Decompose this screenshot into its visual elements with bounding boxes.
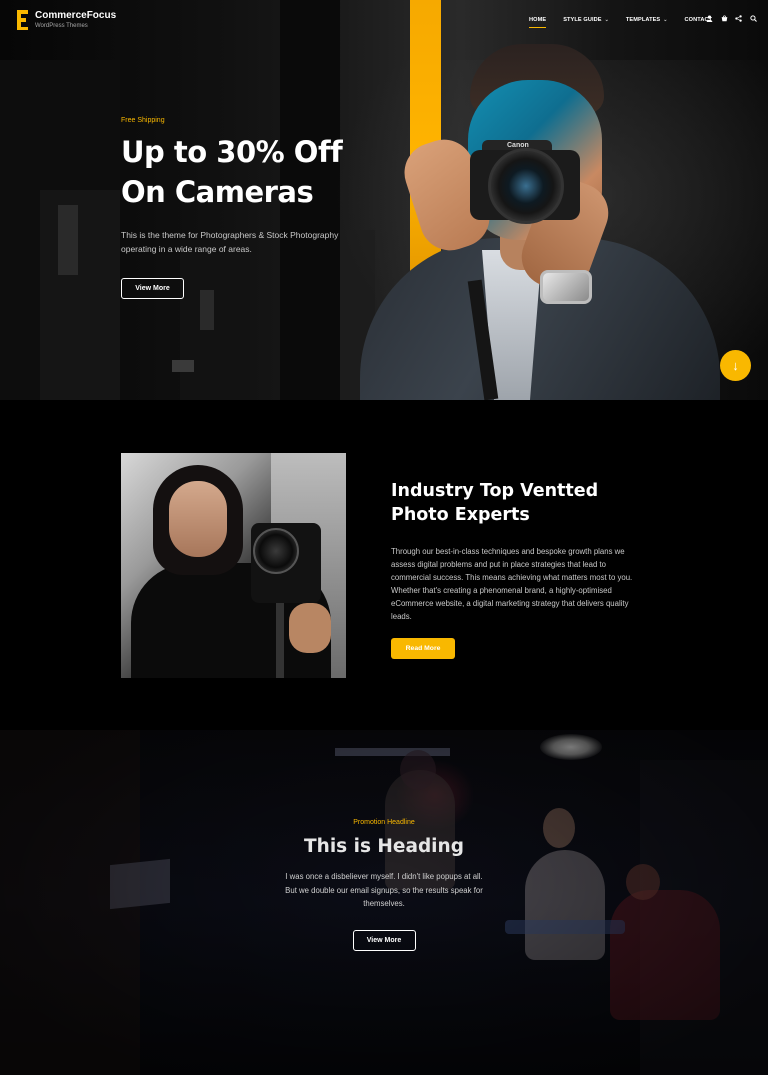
user-icon[interactable] bbox=[704, 15, 715, 26]
read-more-button[interactable]: Read More bbox=[391, 637, 455, 659]
nav-item-style-guide[interactable]: STYLE GUIDE ⌄ bbox=[563, 17, 609, 23]
logo-name: CommerceFocus bbox=[35, 10, 117, 21]
hero-title: Up to 30% Off On Cameras bbox=[121, 132, 361, 212]
promo-section: Promotion Headline This is Heading I was… bbox=[0, 730, 768, 1075]
cart-icon[interactable] bbox=[719, 15, 730, 26]
hero-content: Free Shipping Up to 30% Off On Cameras T… bbox=[121, 117, 361, 299]
promo-view-more-button[interactable]: View More bbox=[352, 929, 416, 951]
logo-tagline: WordPress Themes bbox=[35, 23, 88, 29]
hero-view-more-button[interactable]: View More bbox=[121, 278, 184, 299]
photographer-portrait-image bbox=[121, 453, 346, 678]
camera-brand-label: Canon bbox=[507, 142, 529, 149]
arrow-down-icon: ↓ bbox=[732, 358, 739, 373]
about-body: Through our best-in-class techniques and… bbox=[391, 547, 633, 622]
main-nav: HOME STYLE GUIDE ⌄ TEMPLATES ⌄ CONTACT bbox=[529, 17, 729, 28]
promo-eyebrow: Promotion Headline bbox=[353, 819, 415, 826]
promo-content: Promotion Headline This is Heading I was… bbox=[0, 819, 768, 951]
about-section: Industry Top Ventted Photo Experts Throu… bbox=[0, 400, 768, 730]
about-title: Industry Top Ventted Photo Experts bbox=[391, 479, 641, 527]
about-title-line2: Photo Experts bbox=[391, 505, 530, 525]
site-header: CommerceFocus WordPress Themes HOME STYL… bbox=[0, 0, 768, 42]
search-icon[interactable] bbox=[748, 15, 759, 26]
logo-e-icon bbox=[17, 10, 29, 30]
chevron-down-icon: ⌄ bbox=[663, 17, 668, 23]
promo-body: I was once a disbeliever myself. I didn'… bbox=[285, 872, 483, 908]
nav-item-templates[interactable]: TEMPLATES ⌄ bbox=[626, 17, 668, 23]
hero-eyebrow: Free Shipping bbox=[121, 117, 165, 124]
about-title-line1: Industry Top Ventted bbox=[391, 481, 599, 501]
header-icons bbox=[704, 15, 762, 26]
share-icon[interactable] bbox=[733, 15, 744, 26]
nav-item-home[interactable]: HOME bbox=[529, 17, 547, 28]
site-logo[interactable]: CommerceFocus WordPress Themes bbox=[17, 10, 116, 31]
hero-description: This is the theme for Photographers & St… bbox=[121, 230, 339, 254]
hero-title-line2: On Cameras bbox=[121, 175, 314, 209]
scroll-down-button[interactable]: ↓ bbox=[720, 350, 751, 381]
hero-title-line1: Up to 30% Off bbox=[121, 135, 343, 169]
hero-photographer-image: Canon bbox=[0, 0, 768, 400]
chevron-down-icon: ⌄ bbox=[604, 17, 609, 23]
promo-title: This is Heading bbox=[304, 836, 464, 857]
hero-section: Canon Free Shipping Up to 30% Off On Cam… bbox=[0, 0, 768, 400]
about-content: Industry Top Ventted Photo Experts Throu… bbox=[391, 479, 641, 659]
